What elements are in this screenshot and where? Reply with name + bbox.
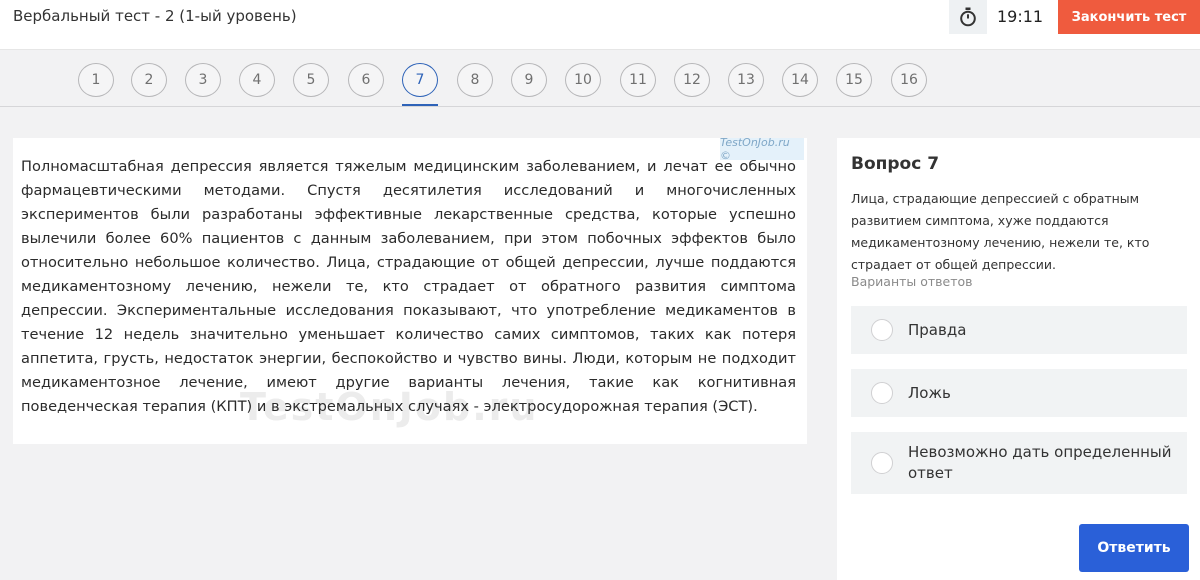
question-nav-button[interactable]: 15	[836, 63, 872, 97]
test-title: Вербальный тест - 2 (1-ый уровень)	[13, 7, 297, 25]
question-panel: Вопрос 7 Лица, страдающие депрессией с о…	[837, 138, 1200, 580]
passage-panel: Полномасштабная депрессия является тяжел…	[13, 138, 807, 444]
answer-option-label: Невозможно дать определенный ответ	[908, 443, 1172, 482]
radio-button[interactable]	[871, 382, 893, 404]
radio-button[interactable]	[871, 319, 893, 341]
active-question-indicator	[402, 104, 438, 106]
question-nav-button[interactable]: 16	[891, 63, 927, 97]
answer-option-label: Правда	[908, 320, 967, 339]
top-bar: Вербальный тест - 2 (1-ый уровень) 19:11…	[0, 0, 1200, 50]
stopwatch-icon	[949, 0, 987, 34]
question-nav-button[interactable]: 14	[782, 63, 818, 97]
question-text: Лица, страдающие депрессией с обратным р…	[851, 191, 1150, 272]
question-navigation: 1 2 3 4 5 6 7 8 9 10 11 12 13 14 15 16	[0, 51, 1200, 107]
question-title: Вопрос 7	[851, 154, 940, 174]
question-nav-button[interactable]: 4	[239, 63, 275, 97]
watermark-tag: TestOnJob.ru ©	[720, 136, 804, 162]
timer-value: 19:11	[997, 7, 1044, 26]
answer-option-cannot-say[interactable]: Невозможно дать определенный ответ	[851, 432, 1187, 494]
question-nav-button-active[interactable]: 7	[402, 63, 438, 97]
finish-test-button[interactable]: Закончить тест	[1058, 0, 1200, 34]
radio-button[interactable]	[871, 452, 893, 474]
answer-option-false[interactable]: Ложь	[851, 369, 1187, 417]
question-nav-button[interactable]: 10	[565, 63, 601, 97]
submit-answer-button[interactable]: Ответить	[1079, 524, 1189, 572]
answer-options-label: Варианты ответов	[851, 274, 973, 289]
question-nav-button[interactable]: 2	[131, 63, 167, 97]
question-nav-button[interactable]: 1	[78, 63, 114, 97]
question-nav-button[interactable]: 9	[511, 63, 547, 97]
answer-option-true[interactable]: Правда	[851, 306, 1187, 354]
question-nav-button[interactable]: 12	[674, 63, 710, 97]
question-nav-button[interactable]: 13	[728, 63, 764, 97]
passage-text: Полномасштабная депрессия является тяжел…	[21, 158, 796, 415]
question-nav-button[interactable]: 3	[185, 63, 221, 97]
question-nav-button[interactable]: 6	[348, 63, 384, 97]
question-nav-button[interactable]: 8	[457, 63, 493, 97]
question-nav-button[interactable]: 11	[620, 63, 656, 97]
answer-option-label: Ложь	[908, 383, 951, 402]
question-nav-button[interactable]: 5	[293, 63, 329, 97]
